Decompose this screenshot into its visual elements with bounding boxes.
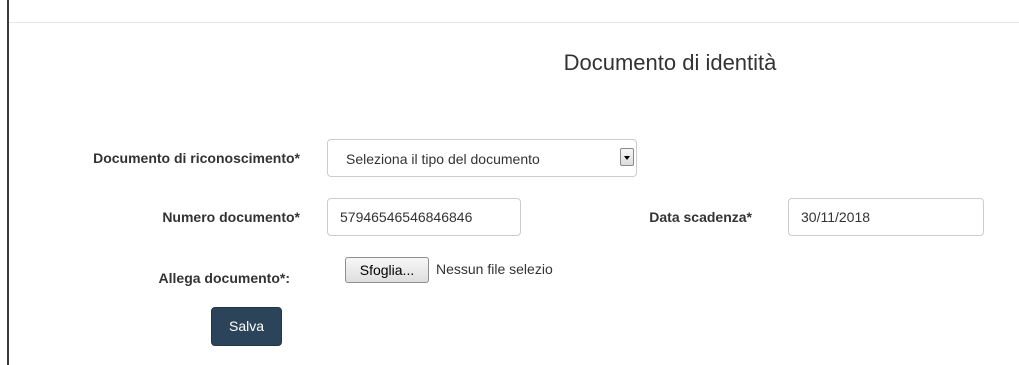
page-frame: Documento di identità Documento di ricon… bbox=[0, 0, 1019, 365]
file-status-text: Nessun file selezio bbox=[436, 261, 553, 277]
document-type-select[interactable]: Seleziona il tipo del documento bbox=[327, 139, 637, 177]
top-divider bbox=[9, 22, 1019, 23]
browse-file-button[interactable]: Sfoglia... bbox=[345, 257, 429, 283]
document-type-selected-value: Seleziona il tipo del documento bbox=[346, 151, 540, 167]
expiry-date-input[interactable] bbox=[788, 198, 984, 236]
save-button[interactable]: Salva bbox=[211, 307, 282, 346]
chevron-down-icon[interactable] bbox=[620, 148, 634, 166]
document-type-label: Documento di riconoscimento* bbox=[93, 150, 300, 166]
left-border bbox=[7, 0, 9, 365]
document-number-input[interactable] bbox=[327, 198, 521, 236]
attachment-label: Allega documento*: bbox=[158, 270, 290, 286]
document-number-label: Numero documento* bbox=[162, 209, 300, 225]
page-title: Documento di identità bbox=[563, 50, 777, 75]
expiry-date-label: Data scadenza* bbox=[649, 209, 752, 225]
